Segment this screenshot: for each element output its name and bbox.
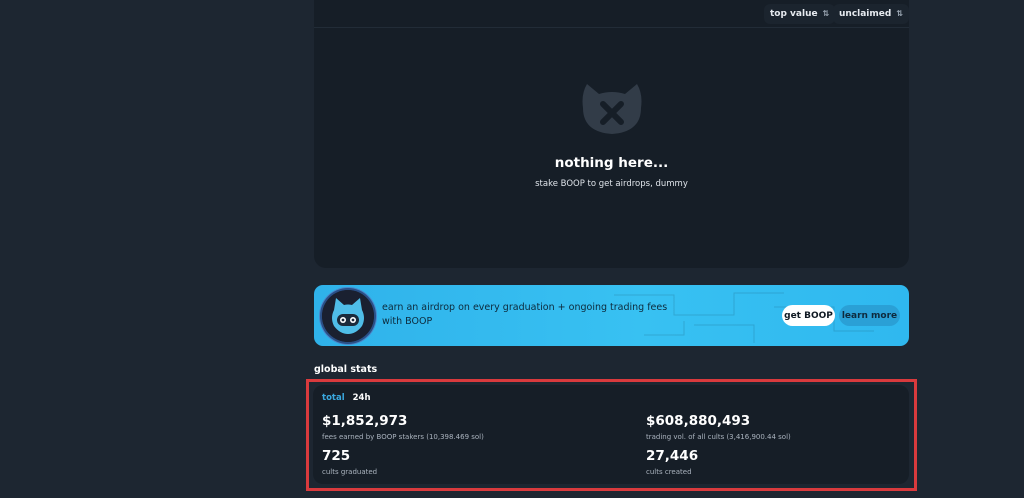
stat-cults-graduated: 725 cults graduated <box>322 448 377 476</box>
stat-cults-created: 27,446 cults created <box>646 448 698 476</box>
empty-state: nothing here... stake BOOP to get airdro… <box>314 80 909 189</box>
tab-total[interactable]: total <box>322 393 345 403</box>
stat-label: cults created <box>646 468 692 476</box>
stat-value: 27,446 <box>646 448 699 464</box>
status-filter-select[interactable]: unclaimed ⇅ <box>833 4 910 24</box>
empty-state-title: nothing here... <box>554 155 669 171</box>
airdrops-toolbar: top value ⇅ unclaimed ⇅ <box>314 0 910 28</box>
learn-more-button[interactable]: learn more <box>839 305 900 326</box>
sort-value-label: top value <box>770 9 818 19</box>
stat-label: fees earned by BOOP stakers (10,398.469 … <box>322 433 484 441</box>
stats-tabs: total 24h <box>322 393 371 403</box>
status-filter-label: unclaimed <box>839 9 892 19</box>
page: top value ⇅ unclaimed ⇅ nothing here... … <box>0 0 1024 498</box>
stat-fees-earned: $1,852,973 fees earned by BOOP stakers (… <box>322 413 484 441</box>
empty-state-subtitle: stake BOOP to get airdrops, dummy <box>535 179 688 189</box>
global-stats-title: global stats <box>314 364 378 375</box>
stat-value: 725 <box>322 448 351 464</box>
airdrops-panel: top value ⇅ unclaimed ⇅ nothing here... … <box>314 0 910 268</box>
cat-x-icon <box>582 84 641 134</box>
stat-label: cults graduated <box>322 468 378 476</box>
stat-label: trading vol. of all cults (3,416,900.44 … <box>646 433 791 441</box>
stat-value: $608,880,493 <box>646 413 751 429</box>
promo-text: earn an airdrop on every graduation + on… <box>382 302 668 327</box>
boop-cat-avatar <box>322 290 374 342</box>
tab-24h[interactable]: 24h <box>353 393 371 403</box>
stat-value: $1,852,973 <box>322 413 408 429</box>
updown-chevron-icon: ⇅ <box>896 9 904 18</box>
sort-value-select[interactable]: top value ⇅ <box>764 4 836 24</box>
stat-trading-volume: $608,880,493 trading vol. of all cults (… <box>646 413 791 441</box>
updown-chevron-icon: ⇅ <box>822 9 830 18</box>
get-boop-button[interactable]: get BOOP <box>782 305 835 326</box>
